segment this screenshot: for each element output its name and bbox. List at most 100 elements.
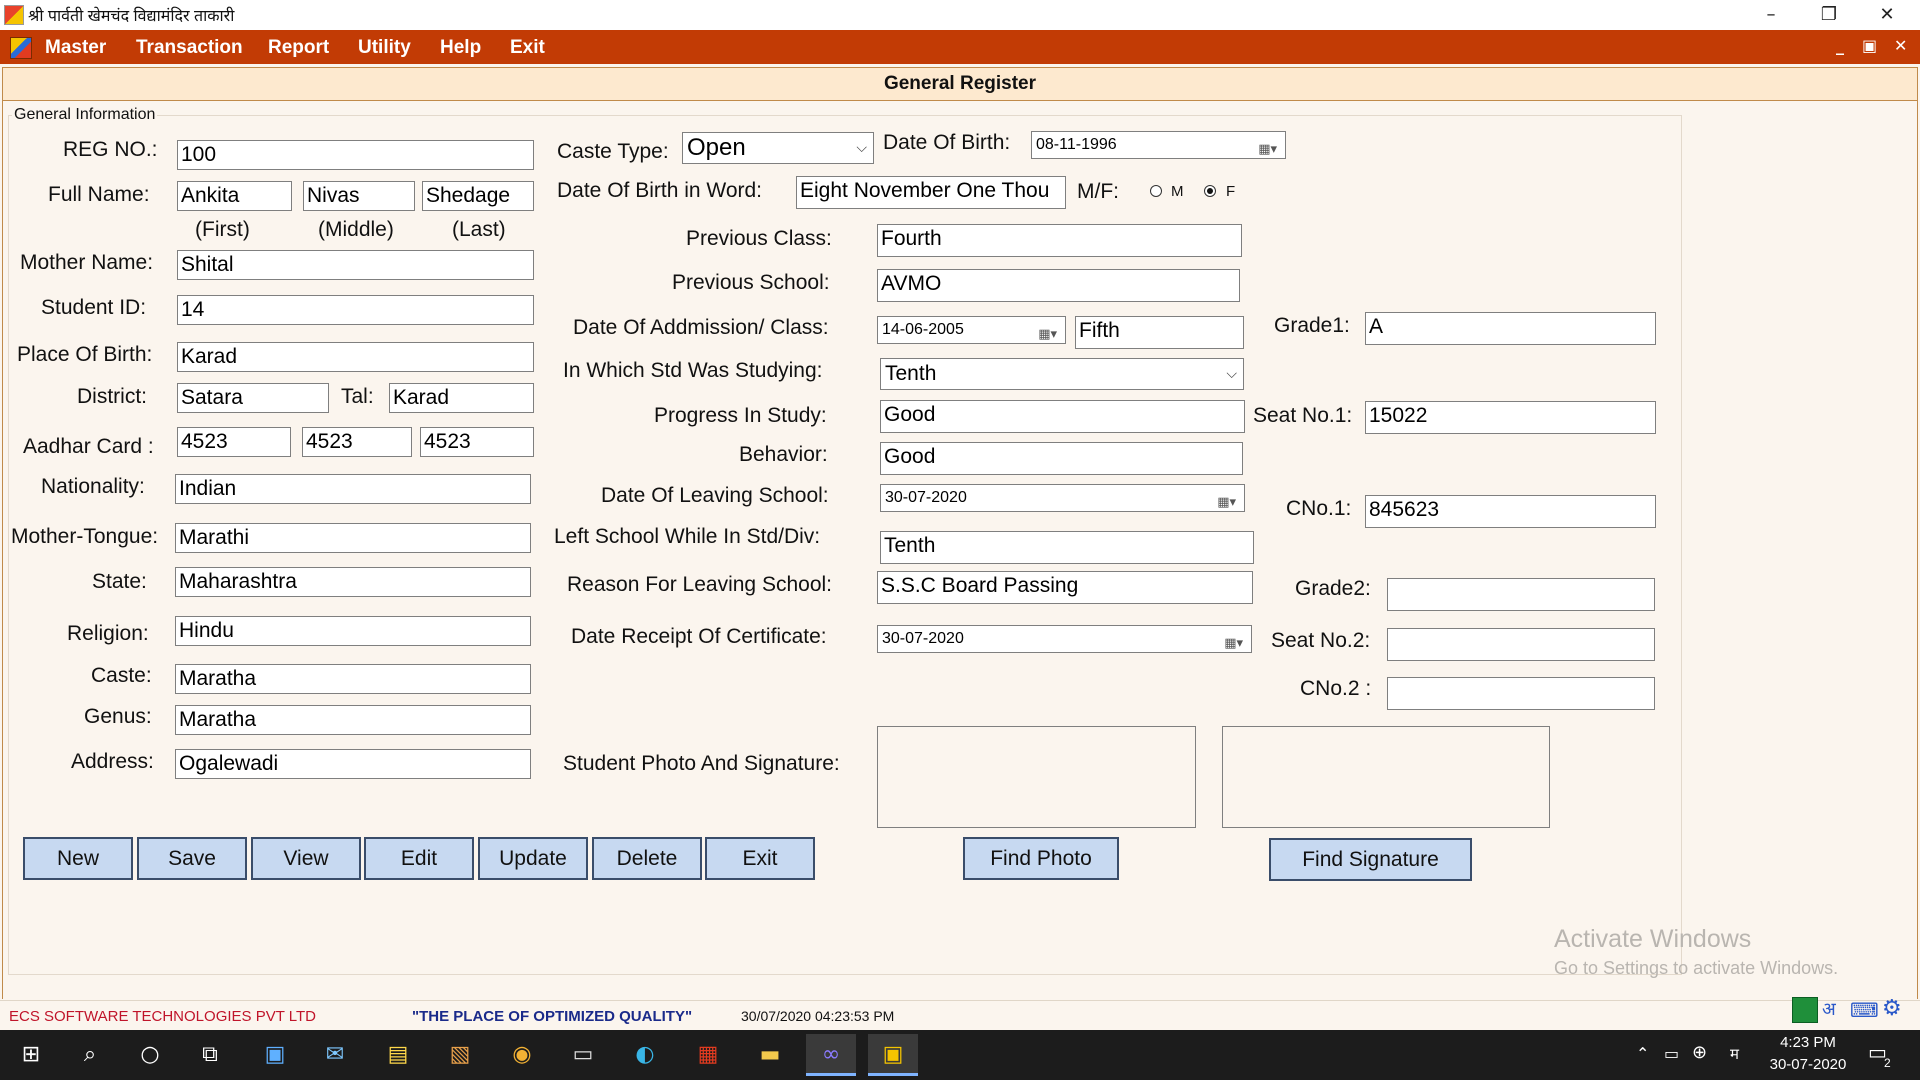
menu-utility[interactable]: Utility	[358, 37, 411, 59]
last-name-field[interactable]: Shedage	[422, 181, 534, 211]
globe-icon[interactable]: ⊕	[1692, 1042, 1707, 1063]
place-of-birth-field[interactable]: Karad	[177, 342, 534, 372]
calendar-icon[interactable]: ▦▾	[1038, 322, 1057, 348]
menu-transaction[interactable]: Transaction	[136, 37, 243, 59]
mother-name-field[interactable]: Shital	[177, 250, 534, 280]
store-icon[interactable]: ▣	[250, 1034, 300, 1076]
menu-help[interactable]: Help	[440, 37, 481, 59]
aadhar-part1-field[interactable]: 4523	[177, 427, 291, 457]
gear-icon[interactable]: ⚙	[1882, 996, 1902, 1021]
grade2-field[interactable]	[1387, 578, 1655, 611]
caste-type-select[interactable]: Open ⌵	[682, 132, 874, 164]
menu-exit[interactable]: Exit	[510, 37, 545, 59]
behavior-label: Behavior:	[739, 443, 828, 466]
chevron-down-icon: ⌵	[856, 140, 867, 156]
seat1-field[interactable]: 15022	[1365, 401, 1656, 434]
std-studying-select[interactable]: Tenth ⌵	[880, 358, 1244, 390]
district-field[interactable]: Satara	[177, 383, 329, 413]
close-icon[interactable]: ✕	[1858, 0, 1916, 30]
view-button[interactable]: View	[251, 837, 361, 880]
minimize-icon[interactable]: –	[1742, 0, 1800, 30]
update-button[interactable]: Update	[478, 837, 588, 880]
admission-date-picker[interactable]: 14-06-2005 ▦▾	[877, 316, 1066, 344]
mother-name-label: Mother Name:	[20, 251, 154, 274]
mail-icon[interactable]: ✉	[310, 1034, 360, 1076]
find-photo-button[interactable]: Find Photo	[963, 837, 1119, 880]
chevron-up-icon[interactable]: ⌃	[1636, 1044, 1649, 1063]
search-icon[interactable]: ⌕	[65, 1034, 115, 1076]
menu-report[interactable]: Report	[268, 37, 329, 59]
reg-no-label: REG NO.:	[63, 138, 158, 161]
taskbar-date[interactable]: 30-07-2020	[1760, 1056, 1856, 1073]
save-button[interactable]: Save	[137, 837, 247, 880]
language-icon[interactable]: अ	[1822, 997, 1836, 1021]
calendar-icon[interactable]: ▦▾	[1217, 490, 1236, 516]
edge-icon[interactable]: ◐	[620, 1034, 670, 1076]
mdi-restore-icon[interactable]: ▣	[1862, 36, 1877, 55]
student-id-field[interactable]: 14	[177, 295, 534, 325]
chevron-down-icon: ⌵	[1226, 366, 1237, 382]
behavior-field[interactable]: Good	[880, 442, 1243, 475]
restore-icon[interactable]: ❐	[1800, 0, 1858, 30]
first-name-field[interactable]: Ankita	[177, 181, 292, 211]
religion-field[interactable]: Hindu	[175, 616, 531, 646]
left-std-field[interactable]: Tenth	[880, 531, 1254, 564]
previous-school-field[interactable]: AVMO	[877, 269, 1240, 302]
progress-field[interactable]: Good	[880, 400, 1245, 433]
app-menu-icon[interactable]	[10, 37, 32, 59]
mdi-minimize-icon[interactable]: _	[1836, 36, 1844, 55]
keyboard-icon[interactable]: ⌨	[1850, 998, 1879, 1022]
input-language[interactable]: म	[1730, 1044, 1739, 1064]
reason-field[interactable]: S.S.C Board Passing	[877, 571, 1253, 604]
district-label: District:	[77, 385, 147, 408]
gender-f-radio[interactable]	[1204, 185, 1216, 197]
edit-button[interactable]: Edit	[364, 837, 474, 880]
dob-word-field[interactable]: Eight November One Thou	[796, 176, 1066, 209]
dob-date-picker[interactable]: 08-11-1996 ▦▾	[1031, 131, 1286, 159]
mdi-close-icon[interactable]: ✕	[1894, 36, 1907, 55]
last-caption: (Last)	[452, 218, 506, 241]
menu-master[interactable]: Master	[45, 37, 106, 59]
find-signature-button[interactable]: Find Signature	[1269, 838, 1472, 881]
receipt-date-picker[interactable]: 30-07-2020 ▦▾	[877, 625, 1252, 653]
calendar-icon[interactable]: ▦▾	[1224, 631, 1243, 657]
leaving-date-picker[interactable]: 30-07-2020 ▦▾	[880, 484, 1245, 512]
terminal-icon[interactable]: ▭	[558, 1034, 608, 1076]
taskbar-time[interactable]: 4:23 PM	[1760, 1034, 1856, 1051]
sublime-icon[interactable]: ▧	[435, 1034, 485, 1076]
cno1-field[interactable]: 845623	[1365, 495, 1656, 528]
caste-field[interactable]: Maratha	[175, 664, 531, 694]
school-app-taskbar-icon[interactable]: ▣	[868, 1034, 918, 1076]
nationality-field[interactable]: Indian	[175, 474, 531, 504]
office-icon[interactable]: ▦	[683, 1034, 733, 1076]
file-explorer-icon[interactable]: ▬	[745, 1034, 795, 1076]
genus-field[interactable]: Maratha	[175, 705, 531, 735]
grade1-field[interactable]: A	[1365, 312, 1656, 345]
address-field[interactable]: Ogalewadi	[175, 749, 531, 779]
seat2-field[interactable]	[1387, 628, 1655, 661]
delete-button[interactable]: Delete	[592, 837, 702, 880]
calendar-icon[interactable]: ▦▾	[1258, 137, 1277, 163]
start-icon[interactable]: ⊞	[6, 1034, 56, 1076]
task-view-icon[interactable]: ⧉	[185, 1034, 235, 1076]
reg-no-field[interactable]: 100	[177, 140, 534, 170]
cno2-field[interactable]	[1387, 677, 1655, 710]
exit-button[interactable]: Exit	[705, 837, 815, 880]
cortana-icon[interactable]: ○	[125, 1034, 175, 1076]
tal-label: Tal:	[341, 385, 374, 408]
gender-m-radio[interactable]	[1150, 185, 1162, 197]
new-button[interactable]: New	[23, 837, 133, 880]
admission-class-field[interactable]: Fifth	[1075, 316, 1244, 349]
vs-icon[interactable]: ∞	[806, 1034, 856, 1076]
ide-icon[interactable]: ▤	[373, 1034, 423, 1076]
excel-export-icon[interactable]	[1792, 997, 1818, 1023]
tal-field[interactable]: Karad	[389, 383, 534, 413]
state-field[interactable]: Maharashtra	[175, 567, 531, 597]
battery-icon[interactable]: ▭	[1664, 1044, 1679, 1063]
aadhar-part2-field[interactable]: 4523	[302, 427, 412, 457]
mother-tongue-field[interactable]: Marathi	[175, 523, 531, 553]
chrome-icon[interactable]: ◉	[497, 1034, 547, 1076]
aadhar-part3-field[interactable]: 4523	[420, 427, 534, 457]
previous-class-field[interactable]: Fourth	[877, 224, 1242, 257]
middle-name-field[interactable]: Nivas	[303, 181, 415, 211]
